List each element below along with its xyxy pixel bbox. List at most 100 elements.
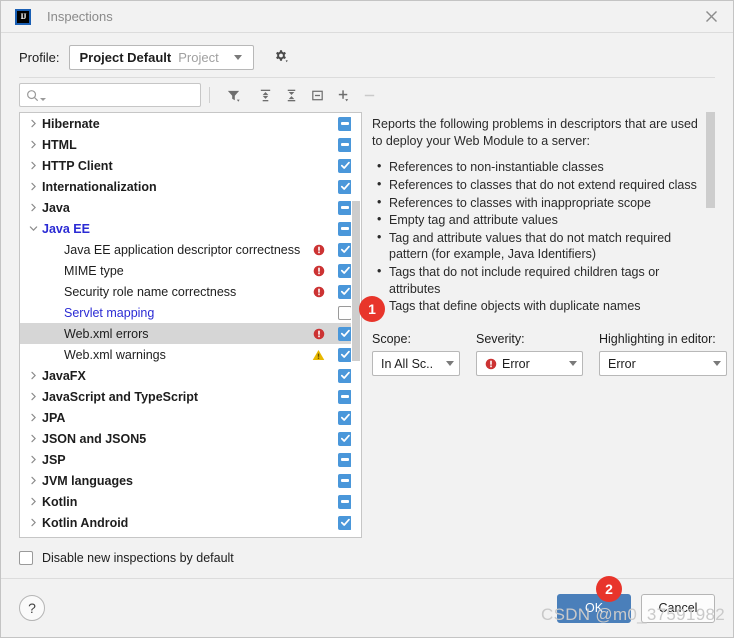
chevron-right-icon[interactable] bbox=[26, 180, 40, 194]
tree-row[interactable]: Web.xml errors bbox=[20, 323, 361, 344]
filter-button[interactable] bbox=[222, 84, 244, 106]
tree-row[interactable]: Web.xml warnings bbox=[20, 344, 361, 365]
tree-row[interactable]: Internationalization bbox=[20, 176, 361, 197]
chevron-right-icon[interactable] bbox=[26, 117, 40, 131]
chevron-right-icon[interactable] bbox=[26, 390, 40, 404]
remove-button[interactable] bbox=[358, 84, 380, 106]
tree-scrollbar-thumb[interactable] bbox=[352, 201, 360, 361]
tree-row[interactable]: MIME type bbox=[20, 260, 361, 281]
tree-row[interactable]: JSON and JSON5 bbox=[20, 428, 361, 449]
collapse-all-button[interactable] bbox=[280, 84, 302, 106]
profile-row: Profile: Project Default Project bbox=[1, 39, 733, 75]
search-dropdown-icon[interactable] bbox=[40, 98, 46, 101]
search-field[interactable] bbox=[19, 83, 201, 107]
tree-row[interactable]: Java EE application descriptor correctne… bbox=[20, 239, 361, 260]
tree-row-checkbox[interactable] bbox=[338, 368, 352, 383]
chevron-right-icon[interactable] bbox=[26, 411, 40, 425]
disable-new-inspections-row[interactable]: Disable new inspections by default bbox=[1, 538, 733, 578]
description-bullet-list: References to non-instantiable classesRe… bbox=[372, 158, 701, 315]
severity-select[interactable]: Error bbox=[476, 351, 583, 376]
tree-row-checkbox[interactable] bbox=[338, 515, 352, 530]
disable-new-inspections-checkbox[interactable] bbox=[19, 551, 33, 565]
profile-selected-scope: Project bbox=[178, 49, 219, 65]
annotation-badge-2: 2 bbox=[596, 576, 622, 602]
close-icon[interactable] bbox=[689, 1, 733, 32]
tree-row[interactable]: HTML bbox=[20, 134, 361, 155]
tree-row-label: Kotlin Android bbox=[42, 515, 129, 530]
tree-row-checkbox[interactable] bbox=[338, 431, 352, 446]
tree-row[interactable]: JSP bbox=[20, 449, 361, 470]
tree-row-checkbox[interactable] bbox=[338, 410, 352, 425]
tree-row[interactable]: Java EE bbox=[20, 218, 361, 239]
tree-row-label: Web.xml errors bbox=[64, 326, 149, 341]
help-button[interactable]: ? bbox=[19, 595, 45, 621]
tree-row-label: JVM languages bbox=[42, 473, 133, 488]
tree-row-label: JSP bbox=[42, 452, 66, 467]
tree-row-checkbox[interactable] bbox=[338, 116, 352, 131]
cancel-button[interactable]: Cancel bbox=[641, 593, 715, 623]
tree-row-checkbox[interactable] bbox=[338, 284, 352, 299]
chevron-right-icon[interactable] bbox=[26, 495, 40, 509]
chevron-right-icon[interactable] bbox=[26, 474, 40, 488]
inspection-details-panel: Reports the following problems in descri… bbox=[372, 112, 727, 538]
ok-button[interactable]: OK bbox=[557, 593, 631, 623]
tree-row[interactable]: Kotlin Android bbox=[20, 512, 361, 533]
scope-select[interactable]: In All Sc.. bbox=[372, 351, 460, 376]
chevron-right-icon[interactable] bbox=[26, 453, 40, 467]
tree-row-checkbox[interactable] bbox=[338, 452, 352, 467]
tree-row-checkbox[interactable] bbox=[338, 221, 352, 236]
description-scrollbar-track[interactable] bbox=[706, 112, 715, 324]
tree-row-checkbox[interactable] bbox=[338, 305, 352, 320]
gear-icon[interactable] bbox=[270, 46, 292, 68]
inspection-options: Scope: In All Sc.. Severity: Error Highl… bbox=[372, 324, 727, 376]
tree-row[interactable]: JPA bbox=[20, 407, 361, 428]
tree-row[interactable]: Java bbox=[20, 197, 361, 218]
tree-row-checkbox[interactable] bbox=[338, 347, 352, 362]
add-button[interactable] bbox=[332, 84, 354, 106]
highlighting-select[interactable]: Error bbox=[599, 351, 727, 376]
chevron-down-icon bbox=[234, 54, 243, 60]
expand-all-button[interactable] bbox=[254, 84, 276, 106]
inspections-tree[interactable]: Hibernate HTML HTTP Client Internationaliza… bbox=[19, 112, 362, 538]
tree-row-checkbox[interactable] bbox=[338, 158, 352, 173]
tree-row[interactable]: Hibernate bbox=[20, 113, 361, 134]
tree-row-label: Java bbox=[42, 200, 70, 215]
tree-row-checkbox[interactable] bbox=[338, 137, 352, 152]
description-bullet: References to non-instantiable classes bbox=[377, 158, 701, 176]
description-fade bbox=[372, 317, 701, 324]
chevron-right-icon[interactable] bbox=[26, 369, 40, 383]
tree-row-checkbox[interactable] bbox=[338, 389, 352, 404]
tree-scrollbar-track[interactable] bbox=[351, 113, 361, 537]
chevron-right-icon[interactable] bbox=[26, 516, 40, 530]
tree-row[interactable]: JVM languages bbox=[20, 470, 361, 491]
description-intro: Reports the following problems in descri… bbox=[372, 117, 698, 148]
chevron-right-icon[interactable] bbox=[26, 201, 40, 215]
tree-row[interactable]: JavaScript and TypeScript bbox=[20, 386, 361, 407]
chevron-right-icon[interactable] bbox=[26, 432, 40, 446]
tree-row[interactable]: Security role name correctness bbox=[20, 281, 361, 302]
chevron-down-icon[interactable] bbox=[26, 222, 40, 236]
tree-row-checkbox[interactable] bbox=[338, 263, 352, 278]
group-by-button[interactable] bbox=[306, 84, 328, 106]
tree-row-checkbox[interactable] bbox=[338, 242, 352, 257]
tree-row-checkbox[interactable] bbox=[338, 179, 352, 194]
chevron-right-icon[interactable] bbox=[26, 159, 40, 173]
profile-select[interactable]: Project Default Project bbox=[69, 44, 255, 70]
description-scrollbar-thumb[interactable] bbox=[706, 112, 715, 208]
tree-row-label: Web.xml warnings bbox=[64, 347, 166, 362]
chevron-right-icon[interactable] bbox=[26, 138, 40, 152]
tree-row[interactable]: JavaFX bbox=[20, 365, 361, 386]
tree-row-checkbox[interactable] bbox=[338, 494, 352, 509]
description-bullet: Tags that define objects with duplicate … bbox=[377, 297, 701, 315]
inspections-toolbar bbox=[1, 78, 733, 112]
tree-row-checkbox[interactable] bbox=[338, 200, 352, 215]
tree-row-checkbox[interactable] bbox=[338, 326, 352, 341]
search-input[interactable] bbox=[47, 87, 187, 103]
highlighting-value: Error bbox=[608, 356, 636, 371]
severity-option: Severity: Error bbox=[476, 332, 583, 376]
tree-row-label: JSON and JSON5 bbox=[42, 431, 147, 446]
tree-row[interactable]: Servlet mapping bbox=[20, 302, 361, 323]
tree-row[interactable]: Kotlin bbox=[20, 491, 361, 512]
tree-row-checkbox[interactable] bbox=[338, 473, 352, 488]
tree-row[interactable]: HTTP Client bbox=[20, 155, 361, 176]
